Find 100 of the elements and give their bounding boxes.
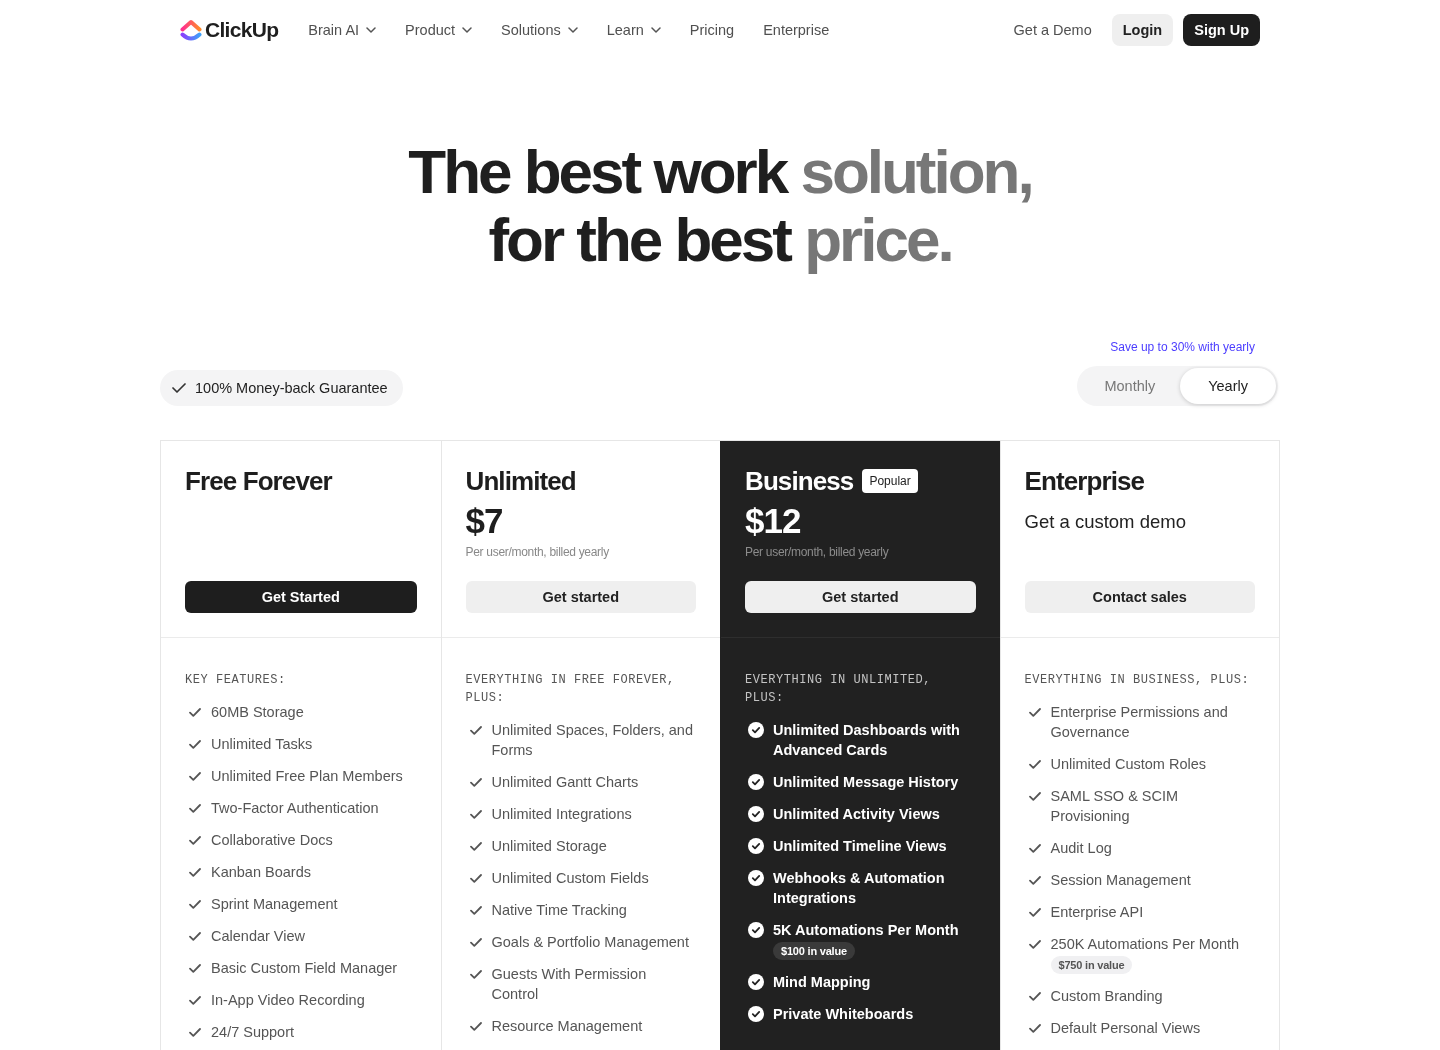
- nav-link[interactable]: Pricing: [689, 22, 735, 38]
- features-heading: KEY FEATURES:: [185, 672, 287, 689]
- check-icon: [1028, 940, 1041, 949]
- feature-text: SAML SSO & SCIM Provisioning: [1050, 787, 1180, 826]
- feature-text: Unlimited Message History: [773, 773, 959, 792]
- feature-text: Calendar View: [211, 927, 306, 946]
- check-icon: [1028, 792, 1041, 801]
- features-heading: EVERYTHING IN UNLIMITED, PLUS:: [745, 672, 933, 707]
- check-icon: [189, 708, 201, 717]
- feature-text: Unlimited Custom Roles: [1050, 755, 1207, 774]
- check-icon: [469, 874, 482, 883]
- check-icon: [469, 778, 482, 787]
- feature-text: Unlimited Tasks: [211, 735, 313, 754]
- plan-button[interactable]: Contact sales: [1024, 581, 1255, 613]
- check-icon: [189, 932, 201, 941]
- feature-text: 250K Automations Per Month: [1050, 935, 1240, 954]
- check-circle-icon: [748, 1006, 764, 1022]
- check-icon: [1028, 876, 1041, 885]
- check-icon: [189, 900, 201, 909]
- check-icon: [1028, 708, 1041, 717]
- feature-text: Kanban Boards: [211, 863, 311, 882]
- check-icon: [469, 810, 482, 819]
- check-icon: [469, 842, 482, 851]
- feature-text: Unlimited Gantt Charts: [491, 773, 639, 792]
- check-icon: [1028, 908, 1041, 917]
- feature-text: Unlimited Custom Fields: [491, 869, 649, 888]
- check-icon: [189, 996, 201, 1005]
- nav-link[interactable]: Enterprise: [763, 22, 830, 38]
- features-heading: EVERYTHING IN BUSINESS, PLUS:: [1024, 672, 1251, 689]
- feature-text: Private Whiteboards: [773, 1005, 914, 1024]
- feature-text: Collaborative Docs: [211, 831, 333, 850]
- popular-badge: Popular: [862, 469, 918, 493]
- billing-option[interactable]: Yearly: [1180, 368, 1276, 404]
- feature-text: Unlimited Storage: [491, 837, 607, 856]
- logo-text[interactable]: ClickUp: [205, 18, 279, 42]
- feature-text: Mind Mapping: [773, 973, 871, 992]
- feature-text: 5K Automations Per Month: [773, 921, 959, 940]
- check-icon: [172, 383, 186, 393]
- check-icon: [189, 964, 201, 973]
- feature-text: Webhooks & Automation Integrations: [773, 869, 946, 908]
- feature-text: Basic Custom Field Manager: [211, 959, 398, 978]
- plan-name: Enterprise: [1024, 465, 1145, 497]
- check-icon: [189, 772, 201, 781]
- check-icon: [469, 1022, 482, 1031]
- check-icon: [189, 740, 201, 749]
- plan-name: Unlimited: [465, 465, 576, 497]
- value-badge: $100 in value: [773, 942, 855, 960]
- feature-text: 24/7 Support: [211, 1023, 295, 1042]
- plan-button[interactable]: Get Started: [185, 581, 417, 613]
- nav-link[interactable]: Solutions: [501, 22, 578, 38]
- check-circle-icon: [748, 806, 764, 822]
- price-note: Per user/month, billed yearly: [745, 544, 890, 560]
- plan-button[interactable]: Get started: [465, 581, 696, 613]
- price-note: Per user/month, billed yearly: [465, 544, 610, 560]
- check-icon: [1028, 1024, 1041, 1033]
- nav-link[interactable]: Learn: [606, 22, 661, 38]
- feature-text: Resource Management: [491, 1017, 643, 1036]
- value-badge: $750 in value: [1050, 956, 1133, 974]
- check-icon: [189, 804, 201, 813]
- signup-button[interactable]: Sign Up: [1183, 14, 1260, 46]
- feature-text: Two-Factor Authentication: [211, 799, 379, 818]
- feature-text: Sprint Management: [211, 895, 338, 914]
- feature-text: Unlimited Activity Views: [773, 805, 940, 824]
- feature-text: Custom Branding: [1050, 987, 1163, 1006]
- check-icon: [469, 938, 482, 947]
- check-icon: [1028, 760, 1041, 769]
- feature-text: Goals & Portfolio Management: [491, 933, 689, 952]
- feature-text: Unlimited Free Plan Members: [211, 767, 403, 786]
- feature-text: Unlimited Integrations: [491, 805, 632, 824]
- check-circle-icon: [748, 774, 764, 790]
- check-icon: [189, 836, 201, 845]
- check-circle-icon: [748, 922, 764, 938]
- nav-link[interactable]: Product: [405, 22, 473, 38]
- check-circle-icon: [748, 722, 764, 738]
- feature-text: In-App Video Recording: [211, 991, 365, 1010]
- nav-link[interactable]: Brain AI: [308, 22, 377, 38]
- feature-text: Enterprise Permissions and Governance: [1050, 703, 1229, 742]
- features-heading: EVERYTHING IN FREE FOREVER, PLUS:: [465, 672, 676, 707]
- check-circle-icon: [748, 974, 764, 990]
- plan-name: Free Forever: [185, 465, 332, 497]
- feature-text: Audit Log: [1050, 839, 1112, 858]
- demo-link[interactable]: Get a Demo: [1013, 22, 1092, 38]
- check-icon: [189, 868, 201, 877]
- guarantee-text: 100% Money-back Guarantee: [195, 380, 388, 396]
- feature-text: Unlimited Spaces, Folders, and Forms: [491, 721, 694, 760]
- plan-subtitle: Get a custom demo: [1024, 510, 1187, 534]
- feature-text: Session Management: [1050, 871, 1191, 890]
- check-circle-icon: [748, 838, 764, 854]
- savings-note: Save up to 30% with yearly: [1110, 340, 1255, 354]
- check-icon: [1028, 844, 1041, 853]
- feature-text: 60MB Storage: [211, 703, 304, 722]
- feature-text: Guests With Permission Control: [491, 965, 648, 1004]
- feature-text: Enterprise API: [1050, 903, 1144, 922]
- check-icon: [469, 906, 482, 915]
- check-icon: [469, 970, 482, 979]
- login-button[interactable]: Login: [1111, 14, 1174, 46]
- feature-text: Unlimited Dashboards with Advanced Cards: [773, 721, 961, 760]
- plan-button[interactable]: Get started: [745, 581, 976, 613]
- billing-option[interactable]: Monthly: [1079, 368, 1181, 404]
- plan-price: $12: [745, 501, 802, 541]
